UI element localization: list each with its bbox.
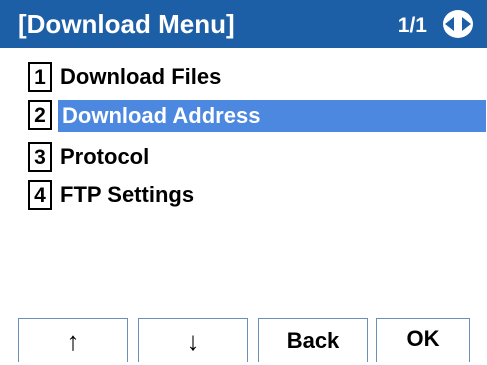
menu-item-label: FTP Settings	[60, 182, 195, 207]
page-indicator: 1/1	[397, 14, 427, 37]
menu-item-label: Download Address	[62, 103, 261, 128]
menu-item-download-address[interactable]: 2 Download Address	[28, 100, 486, 134]
four-way-nav-icon	[441, 9, 475, 39]
screen-title: [Download Menu]	[18, 9, 235, 39]
back-label: Back	[286, 328, 340, 353]
down-softkey[interactable]: ↓	[138, 318, 248, 362]
back-softkey[interactable]: Back	[258, 318, 368, 362]
up-arrow-icon: ↑	[66, 326, 80, 356]
menu-item-number: 1	[28, 62, 52, 92]
menu-item-ftp-settings[interactable]: 4 FTP Settings	[28, 180, 478, 214]
menu-item-label: Protocol	[60, 144, 150, 169]
download-menu-screen: [Download Menu] 1/1 1 Download Files 2 D…	[0, 0, 487, 362]
down-arrow-icon: ↓	[186, 326, 200, 356]
menu-item-protocol[interactable]: 3 Protocol	[28, 142, 478, 176]
softkey-bar: ↑ ↓ Back OK	[0, 318, 487, 362]
menu-item-download-files[interactable]: 1 Download Files	[28, 62, 478, 96]
menu-item-label: Download Files	[60, 64, 222, 89]
up-softkey[interactable]: ↑	[18, 318, 128, 362]
menu-item-number: 2	[28, 100, 52, 130]
menu-item-number: 3	[28, 142, 52, 172]
ok-softkey[interactable]: OK	[376, 318, 470, 362]
menu-item-number: 4	[28, 180, 52, 210]
title-bar: [Download Menu] 1/1	[0, 0, 487, 48]
ok-label: OK	[406, 326, 440, 351]
